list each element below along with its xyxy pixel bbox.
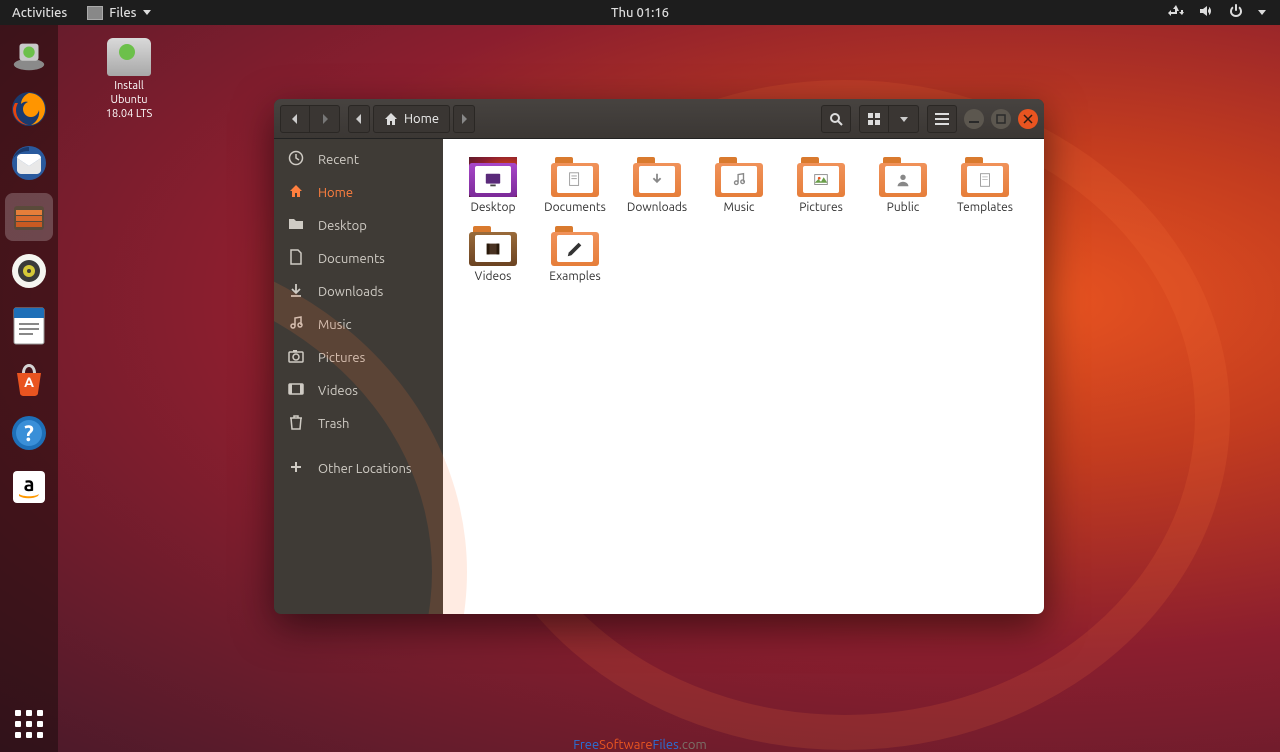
window-minimize-button[interactable] — [964, 109, 984, 129]
path-root-button[interactable] — [348, 105, 370, 133]
top-panel: Activities Files Thu 01:16 — [0, 0, 1280, 25]
folder-music[interactable]: Music — [699, 153, 779, 218]
path-home-button[interactable]: Home — [373, 105, 450, 133]
desktop-icon-install-ubuntu[interactable]: Install Ubuntu 18.04 LTS — [94, 38, 164, 121]
files-headerbar: Home — [274, 99, 1044, 139]
folder-icon — [551, 226, 599, 266]
folder-templates[interactable]: Templates — [945, 153, 1025, 218]
system-menu-chevron-icon[interactable] — [1258, 10, 1266, 15]
svg-text:A: A — [24, 374, 34, 390]
folder-videos[interactable]: Videos — [453, 222, 533, 287]
sidebar-item-label: Home — [318, 186, 353, 200]
doc-icon — [288, 249, 304, 268]
folder-icon — [961, 157, 1009, 197]
folder-label: Examples — [535, 270, 615, 283]
folder-pictures[interactable]: Pictures — [781, 153, 861, 218]
overlay-block — [829, 519, 1044, 594]
chevron-down-icon — [143, 10, 151, 15]
dock-app-firefox[interactable] — [5, 85, 53, 133]
files-window: Home RecentHomeDesktopDocumentsDownloads… — [274, 99, 1044, 614]
dock-app-help[interactable]: ? — [5, 409, 53, 457]
power-icon[interactable] — [1228, 3, 1244, 22]
folder-icon — [469, 157, 517, 197]
view-options-button[interactable] — [889, 105, 919, 133]
folder-label: Templates — [945, 201, 1025, 214]
folder-label: Videos — [453, 270, 533, 283]
folder-label: Music — [699, 201, 779, 214]
folder-icon — [633, 157, 681, 197]
desktop-icon-label: Install Ubuntu 18.04 LTS — [94, 80, 164, 121]
volume-icon[interactable] — [1198, 3, 1214, 22]
folder-icon — [551, 157, 599, 197]
folder-icon — [715, 157, 763, 197]
folder-downloads[interactable]: Downloads — [617, 153, 697, 218]
app-menu-button[interactable]: Files — [79, 6, 158, 20]
svg-text:a: a — [24, 472, 35, 495]
window-close-button[interactable] — [1018, 109, 1038, 129]
home-icon — [288, 183, 304, 202]
folder-label: Desktop — [453, 201, 533, 214]
sidebar-item-label: Documents — [318, 252, 385, 266]
folder-label: Documents — [535, 201, 615, 214]
files-app-icon — [87, 6, 103, 20]
sidebar-item-desktop[interactable]: Desktop — [274, 209, 443, 242]
hamburger-menu-button[interactable] — [927, 105, 957, 133]
sidebar-item-label: Recent — [318, 153, 359, 167]
sidebar-item-documents[interactable]: Documents — [274, 242, 443, 275]
installer-icon — [107, 38, 151, 76]
activities-button[interactable]: Activities — [0, 6, 79, 20]
hamburger-icon — [935, 113, 949, 125]
app-menu-label: Files — [109, 6, 136, 20]
files-content[interactable]: DesktopDocumentsDownloadsMusicPicturesPu… — [443, 139, 1044, 614]
dock: A ? a — [0, 25, 58, 752]
clock[interactable]: Thu 01:16 — [611, 6, 669, 20]
dock-app-thunderbird[interactable] — [5, 139, 53, 187]
back-button[interactable] — [280, 105, 310, 133]
sidebar-item-home[interactable]: Home — [274, 176, 443, 209]
path-next-button[interactable] — [453, 105, 475, 133]
folder-icon — [288, 216, 304, 235]
folder-desktop[interactable]: Desktop — [453, 153, 533, 218]
search-icon — [829, 112, 843, 126]
svg-text:?: ? — [24, 421, 34, 446]
folder-documents[interactable]: Documents — [535, 153, 615, 218]
sidebar-item-label: Desktop — [318, 219, 367, 233]
sidebar-item-label: Downloads — [318, 285, 383, 299]
path-label: Home — [404, 112, 439, 126]
dock-app-software[interactable]: A — [5, 355, 53, 403]
folder-public[interactable]: Public — [863, 153, 943, 218]
network-icon[interactable] — [1168, 3, 1184, 22]
dock-app-amazon[interactable]: a — [5, 463, 53, 511]
window-maximize-button[interactable] — [991, 109, 1011, 129]
view-grid-button[interactable] — [859, 105, 889, 133]
folder-label: Public — [863, 201, 943, 214]
watermark: FreeSoftwareFiles.com — [573, 738, 706, 752]
folder-examples[interactable]: Examples — [535, 222, 615, 287]
dock-app-writer[interactable] — [5, 301, 53, 349]
search-button[interactable] — [821, 105, 851, 133]
folder-icon — [879, 157, 927, 197]
folder-icon — [797, 157, 845, 197]
clock-icon — [288, 150, 304, 169]
dock-app-rhythmbox[interactable] — [5, 247, 53, 295]
folder-label: Downloads — [617, 201, 697, 214]
sidebar-item-recent[interactable]: Recent — [274, 143, 443, 176]
dock-app-installer[interactable] — [5, 31, 53, 79]
dock-app-files[interactable] — [5, 193, 53, 241]
home-icon — [384, 112, 398, 126]
show-applications-button[interactable] — [15, 710, 43, 738]
folder-icon — [469, 226, 517, 266]
folder-label: Pictures — [781, 201, 861, 214]
forward-button[interactable] — [310, 105, 340, 133]
